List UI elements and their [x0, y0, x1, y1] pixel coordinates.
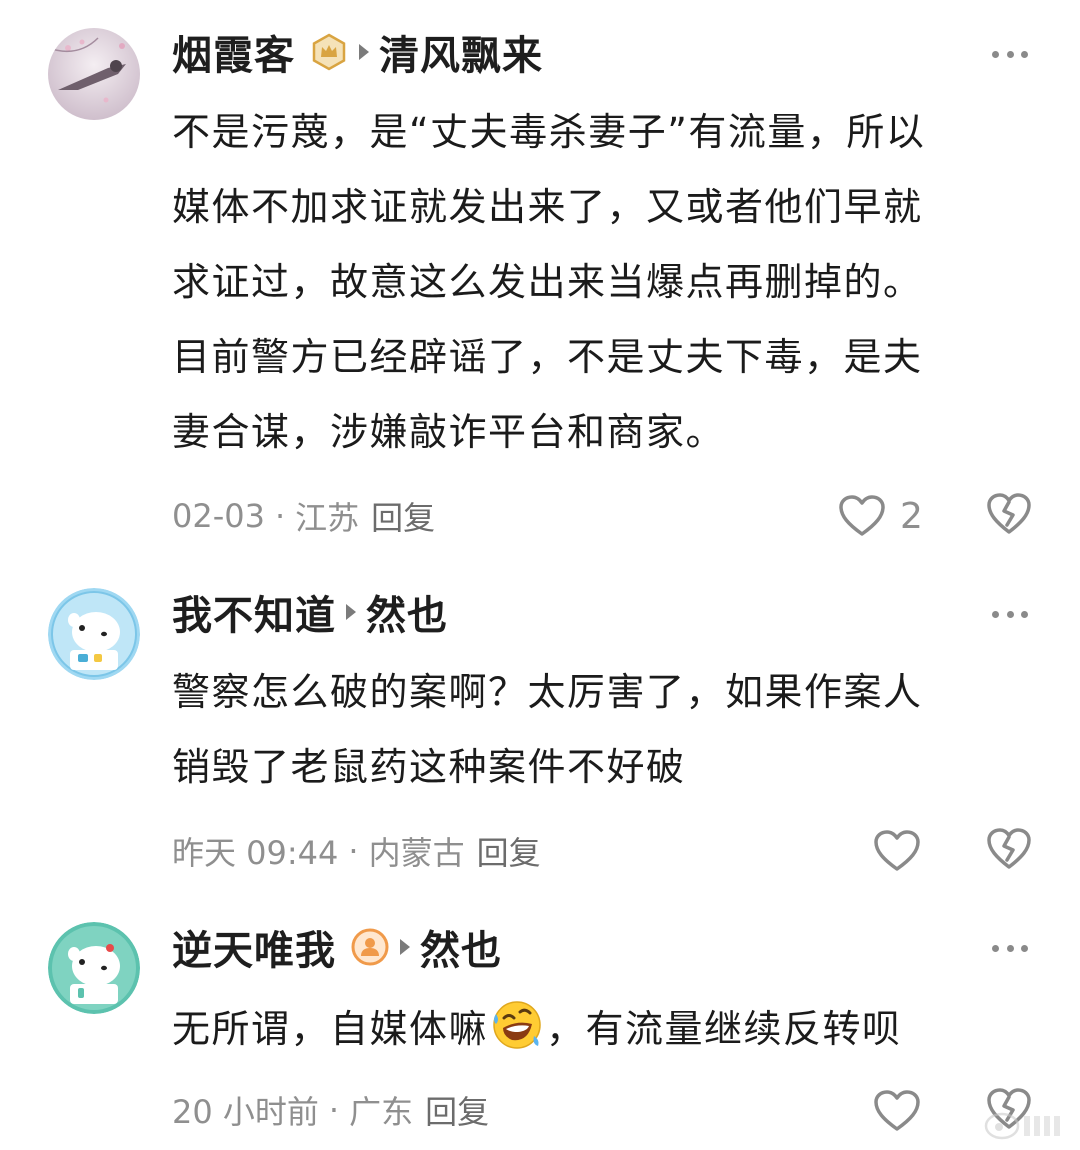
username[interactable]: 烟霞客 [172, 23, 295, 81]
meta-separator: · [274, 497, 286, 535]
like-button[interactable] [873, 826, 921, 876]
comment-text-line: 求证过，故意这么发出来当爆点再删掉的。 [172, 260, 923, 304]
comment-location: 内蒙古 [368, 834, 465, 872]
comment-location: 广东 [349, 1093, 414, 1131]
heart-outline-icon [839, 495, 885, 536]
comment-text: 不是污蔑，是“丈夫毒杀妻子”有流量，所以 媒体不加求证就发出来了，又或者他们早就… [172, 95, 1022, 470]
more-options-icon[interactable] [992, 49, 1028, 59]
comment-text-line: 媒体不加求证就发出来了，又或者他们早就 [172, 185, 923, 229]
avatar[interactable] [48, 922, 140, 1014]
comment-text: 无所谓，自媒体嘛 ，有流量继续反转呗 [172, 992, 1022, 1067]
comment-text-line: 销毁了老鼠药这种案件不好破 [172, 745, 686, 789]
comment-text-line: 无所谓，自媒体嘛 ，有流量继续反转呗 [172, 992, 1022, 1067]
reply-arrow-icon [346, 604, 356, 620]
watermark-logo-icon [982, 1104, 1072, 1144]
comment-header: 逆天唯我 然也 [172, 917, 502, 977]
heart-outline-icon [874, 1090, 920, 1131]
reply-target-username[interactable]: 然也 [366, 583, 448, 641]
comment-time: 02-03 [172, 497, 265, 535]
reply-button[interactable]: 回复 [425, 1087, 489, 1133]
avatar[interactable] [48, 588, 140, 680]
heart-outline-icon [874, 830, 920, 871]
dislike-button[interactable] [985, 824, 1033, 874]
gold-crown-badge-icon [309, 32, 349, 72]
comment-text-part: 无所谓，自媒体嘛 [172, 1007, 489, 1051]
reply-button[interactable]: 回复 [371, 493, 435, 539]
like-button[interactable] [873, 1086, 921, 1136]
broken-heart-icon [987, 828, 1031, 869]
more-options-icon[interactable] [992, 943, 1028, 953]
username[interactable]: 我不知道 [172, 583, 336, 641]
orange-user-badge-icon [350, 927, 390, 967]
comment-time: 20 小时前 [172, 1093, 319, 1131]
dislike-button[interactable] [985, 489, 1033, 539]
username[interactable]: 逆天唯我 [172, 918, 336, 976]
comment-text-part: ，有流量继续反转呗 [546, 1007, 902, 1051]
comment-text-line: 妻合谋，涉嫌敲诈平台和商家。 [172, 410, 726, 454]
comment-text-line: 不是污蔑，是“丈夫毒杀妻子”有流量，所以 [172, 110, 926, 154]
more-options-icon[interactable] [992, 609, 1028, 619]
reply-target-username[interactable]: 然也 [420, 918, 502, 976]
reply-button[interactable]: 回复 [477, 828, 541, 874]
meta-separator: · [348, 832, 359, 870]
comment-location: 江苏 [295, 499, 360, 537]
comment-meta: 02-03 · 江苏 回复 [172, 491, 435, 541]
reply-arrow-icon [400, 939, 410, 955]
comment-meta: 20 小时前 · 广东 回复 [172, 1085, 489, 1135]
comment-header: 我不知道 然也 [172, 582, 448, 642]
comment-text-line: 目前警方已经辟谣了，不是丈夫下毒，是夫 [172, 335, 923, 379]
comment-text: 警察怎么破的案啊？太厉害了，如果作案人 销毁了老鼠药这种案件不好破 [172, 655, 1022, 805]
rolling-laughing-emoji-icon [490, 998, 544, 1052]
reply-arrow-icon [359, 44, 369, 60]
avatar[interactable] [48, 28, 140, 120]
broken-heart-icon [987, 493, 1031, 534]
like-count: 2 [900, 495, 923, 537]
comment-header: 烟霞客 清风飘来 [172, 22, 543, 82]
meta-separator: · [328, 1091, 340, 1129]
comment-text-line: 警察怎么破的案啊？太厉害了，如果作案人 [172, 670, 923, 714]
reply-target-username[interactable]: 清风飘来 [379, 23, 543, 81]
like-button[interactable]: 2 [838, 491, 923, 541]
comment-meta: 昨天 09:44 · 内蒙古 回复 [172, 826, 541, 876]
comment-time: 昨天 09:44 [172, 834, 339, 872]
